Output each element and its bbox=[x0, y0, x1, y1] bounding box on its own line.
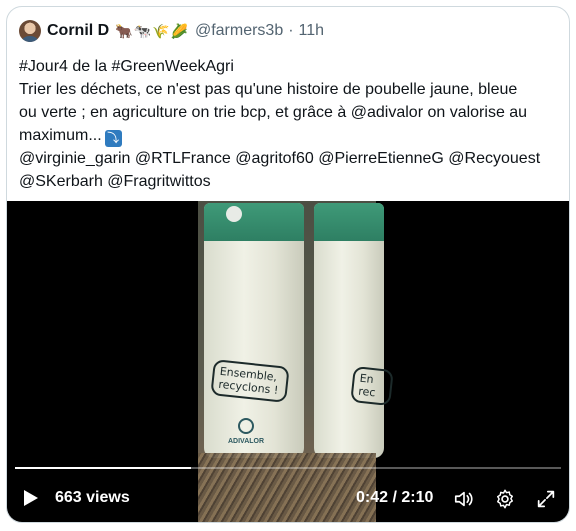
tweet-card[interactable]: Cornil D 🐂🐄🌾🌽 @farmers3b · 11h #Jour4 de… bbox=[6, 6, 570, 523]
mentions-line[interactable]: @SKerbarh @Fragritwittos bbox=[19, 170, 564, 193]
avatar[interactable] bbox=[19, 20, 41, 42]
bag-print-text: Ensemble, recyclons ! bbox=[210, 359, 290, 403]
bag-logo-icon bbox=[226, 206, 242, 222]
adivalor-logo-icon bbox=[238, 418, 254, 434]
bag-print-text: En rec bbox=[350, 366, 394, 406]
bag-rim bbox=[204, 203, 304, 241]
progress-fill bbox=[15, 467, 192, 469]
progress-bar[interactable] bbox=[15, 467, 561, 469]
mentions-line[interactable]: @virginie_garin @RTLFrance @agritof60 @P… bbox=[19, 147, 564, 170]
arrow-down-emoji-icon: ⤵ bbox=[104, 130, 122, 147]
tweet-header: Cornil D 🐂🐄🌾🌽 @farmers3b · 11h bbox=[19, 20, 324, 42]
author-name[interactable]: Cornil D bbox=[47, 22, 109, 40]
tweet-line: Trier les déchets, ce n'est pas qu'une h… bbox=[19, 81, 518, 98]
fullscreen-icon[interactable] bbox=[535, 488, 557, 510]
recycling-bag-left: Ensemble, recyclons ! ADIVALOR bbox=[204, 203, 304, 458]
tweet-line-last: maximum... ⤵ bbox=[19, 124, 564, 147]
author-handle[interactable]: @farmers3b bbox=[195, 22, 283, 40]
tweet-line-text: maximum... bbox=[19, 127, 102, 144]
separator-dot: · bbox=[288, 22, 294, 39]
video-player[interactable]: Ensemble, recyclons ! ADIVALOR En rec 66… bbox=[7, 201, 569, 522]
play-icon[interactable] bbox=[23, 489, 39, 507]
video-controls: 663 views 0:42 / 2:10 bbox=[7, 461, 569, 522]
timecode: 0:42 / 2:10 bbox=[356, 489, 434, 506]
view-count: 663 views bbox=[55, 489, 130, 506]
recycling-bag-right: En rec bbox=[314, 203, 394, 458]
tweet-time[interactable]: 11h bbox=[299, 22, 325, 40]
tweet-line: #Jour4 de la #GreenWeekAgri bbox=[19, 58, 234, 75]
settings-icon[interactable] bbox=[494, 488, 516, 510]
tweet-line: ou verte ; en agriculture on trie bcp, e… bbox=[19, 104, 528, 121]
bag-rim bbox=[314, 203, 384, 241]
bag-brand-text: ADIVALOR bbox=[228, 438, 265, 445]
tweet-text: #Jour4 de la #GreenWeekAgri Trier les dé… bbox=[19, 55, 564, 193]
volume-icon[interactable] bbox=[453, 488, 475, 510]
author-emojis: 🐂🐄🌾🌽 bbox=[115, 22, 189, 39]
